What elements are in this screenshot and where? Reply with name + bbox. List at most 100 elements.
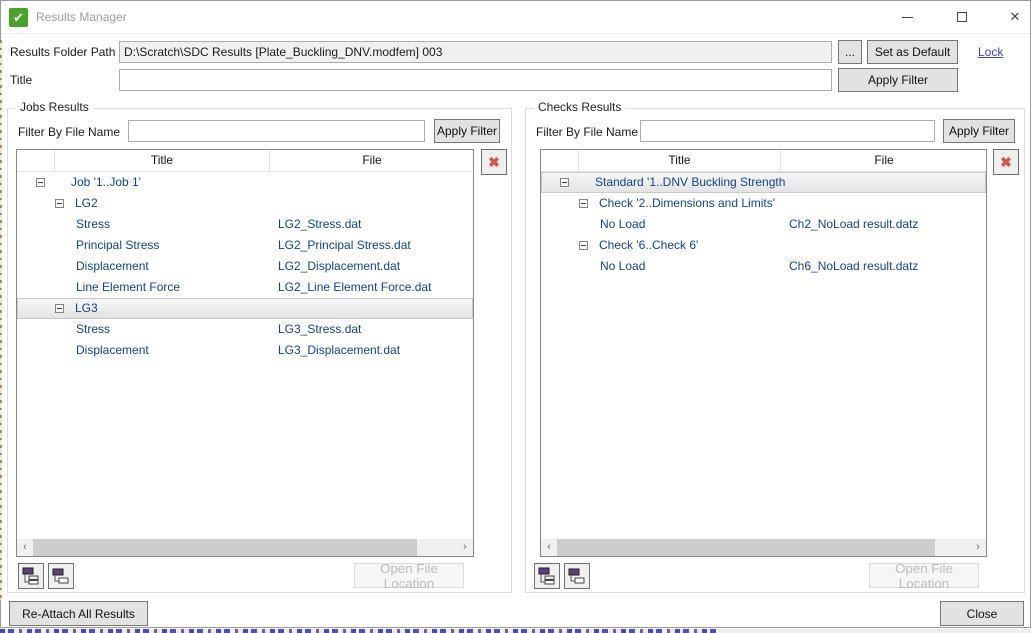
- tree-row-file: LG2_Displacement.dat: [278, 257, 400, 276]
- tree-row-file: LG2_Stress.dat: [278, 215, 361, 234]
- tree-row[interactable]: StressLG2_Stress.dat: [17, 214, 473, 235]
- maximize-button[interactable]: [944, 4, 980, 30]
- tree-row-file: LG2_Line Element Force.dat: [278, 278, 431, 297]
- jobs-file-column-header[interactable]: File: [270, 150, 474, 171]
- jobs-horizontal-scrollbar[interactable]: ‹ ›: [17, 539, 473, 556]
- checks-expander-column-header[interactable]: [541, 150, 579, 171]
- jobs-apply-filter-button[interactable]: Apply Filter: [434, 119, 500, 143]
- delete-x-icon: ✖: [488, 154, 500, 171]
- collapse-expander-icon[interactable]: [579, 241, 588, 250]
- lock-link[interactable]: Lock: [978, 45, 1003, 59]
- close-icon: ✕: [1010, 9, 1021, 25]
- background-window-sliver: [0, 40, 2, 600]
- tree-row-title: LG2: [75, 194, 98, 213]
- collapse-expander-icon[interactable]: [560, 178, 569, 187]
- collapse-expander-icon[interactable]: [579, 199, 588, 208]
- jobs-title-column-header[interactable]: Title: [55, 150, 270, 171]
- tree-row-title: Line Element Force: [76, 278, 180, 297]
- tree-row[interactable]: Displacement LG2_Displacement.dat: [17, 256, 473, 277]
- results-folder-path-label: Results Folder Path: [10, 41, 115, 63]
- jobs-tree-body: Job '1..Job 1'LG2StressLG2_Stress.datPri…: [17, 172, 473, 538]
- checks-title-column-header[interactable]: Title: [579, 150, 781, 171]
- jobs-expander-column-header[interactable]: [17, 150, 55, 171]
- tree-row-title: Check '6..Check 6': [599, 236, 698, 255]
- scroll-left-icon[interactable]: ‹: [541, 539, 557, 556]
- jobs-table-header: Title File: [17, 150, 473, 172]
- tree-row[interactable]: Standard '1..DNV Buckling Strength: [541, 172, 986, 193]
- browse-button[interactable]: ...: [838, 40, 862, 64]
- jobs-filter-label: Filter By File Name: [18, 121, 120, 143]
- checks-delete-results-button[interactable]: ✖: [993, 149, 1019, 175]
- checks-expand-all-button[interactable]: [534, 563, 560, 589]
- scrollbar-thumb[interactable]: [557, 539, 935, 556]
- collapse-expander-icon[interactable]: [36, 178, 45, 187]
- title-input[interactable]: [119, 69, 832, 91]
- tree-row-title: No Load: [600, 215, 645, 234]
- tree-row-file: LG2_Principal Stress.dat: [278, 236, 411, 255]
- tree-row[interactable]: Line Element Force LG2_Line Element Force…: [17, 277, 473, 298]
- minimize-button[interactable]: [889, 4, 925, 30]
- delete-x-icon: ✖: [1000, 154, 1012, 171]
- tree-row-title: Displacement: [76, 257, 149, 276]
- scroll-left-icon[interactable]: ‹: [17, 539, 33, 556]
- jobs-collapse-all-button[interactable]: [48, 563, 74, 589]
- set-as-default-button[interactable]: Set as Default: [867, 40, 958, 64]
- results-manager-window: ✔ Results Manager ✕ Results Folder Path …: [0, 0, 1031, 628]
- jobs-expand-all-button[interactable]: [18, 563, 44, 589]
- reattach-all-results-button[interactable]: Re-Attach All Results: [9, 601, 148, 626]
- title-field-label: Title: [10, 69, 32, 91]
- tree-row-title: Job '1..Job 1': [71, 173, 141, 192]
- expand-all-icon: [537, 566, 557, 586]
- scroll-right-icon[interactable]: ›: [970, 539, 986, 556]
- collapse-expander-icon[interactable]: [55, 199, 64, 208]
- tree-row-file: Ch2_NoLoad result.datz: [789, 215, 918, 234]
- tree-row-title: No Load: [600, 257, 645, 276]
- checks-file-column-header[interactable]: File: [781, 150, 987, 171]
- jobs-open-file-location-button[interactable]: Open File Location: [354, 563, 464, 588]
- results-folder-path-input[interactable]: [119, 41, 832, 63]
- collapse-expander-icon[interactable]: [55, 304, 64, 313]
- tree-row-title: Check '2..Dimensions and Limits': [599, 194, 775, 213]
- jobs-filter-input[interactable]: [128, 120, 425, 142]
- tree-row-file: LG3_Displacement.dat: [278, 341, 400, 360]
- checks-apply-filter-button[interactable]: Apply Filter: [943, 119, 1015, 143]
- tree-row[interactable]: Displacement LG3_Displacement.dat: [17, 340, 473, 361]
- tree-row[interactable]: Job '1..Job 1': [17, 172, 473, 193]
- title-apply-filter-button[interactable]: Apply Filter: [838, 68, 958, 92]
- checks-horizontal-scrollbar[interactable]: ‹ ›: [541, 539, 986, 556]
- tree-row-title: Principal Stress: [76, 236, 159, 255]
- tree-row[interactable]: Check '2..Dimensions and Limits': [541, 193, 986, 214]
- maximize-icon: [957, 12, 967, 22]
- tree-row-title: Displacement: [76, 341, 149, 360]
- checks-group-label: Checks Results: [534, 100, 625, 114]
- tree-row[interactable]: Principal Stress LG2_Principal Stress.dat: [17, 235, 473, 256]
- background-window-sliver: [0, 629, 720, 633]
- tree-row[interactable]: No Load Ch2_NoLoad result.datz: [541, 214, 986, 235]
- scroll-right-icon[interactable]: ›: [457, 539, 473, 556]
- jobs-delete-results-button[interactable]: ✖: [481, 149, 507, 175]
- tree-row[interactable]: Stress LG3_Stress.dat: [17, 319, 473, 340]
- background-window-sliver: [720, 629, 1031, 633]
- checks-open-file-location-button[interactable]: Open File Location: [869, 563, 979, 588]
- tree-row[interactable]: Check '6..Check 6': [541, 235, 986, 256]
- tree-row-title: Standard '1..DNV Buckling Strength: [595, 173, 785, 192]
- tree-row[interactable]: LG2: [17, 193, 473, 214]
- tree-row[interactable]: LG3: [17, 298, 473, 319]
- scrollbar-thumb[interactable]: [33, 539, 417, 556]
- checks-filter-input[interactable]: [640, 120, 935, 142]
- tree-row-file: LG3_Stress.dat: [278, 320, 361, 339]
- checks-filter-label: Filter By File Name: [536, 121, 638, 143]
- checks-tree-body: Standard '1..DNV Buckling Strength Check …: [541, 172, 986, 538]
- close-button[interactable]: Close: [940, 601, 1024, 626]
- collapse-all-icon: [51, 566, 71, 586]
- checks-table-header: Title File: [541, 150, 986, 172]
- app-check-icon: ✔: [9, 8, 28, 27]
- checks-collapse-all-button[interactable]: [564, 563, 590, 589]
- jobs-group-label: Jobs Results: [16, 100, 93, 114]
- checks-results-table: Title File Standard '1..DNV Buckling Str…: [540, 149, 987, 557]
- title-bar: ✔ Results Manager ✕: [1, 1, 1030, 34]
- tree-row-title: Stress: [76, 320, 110, 339]
- tree-row[interactable]: No LoadCh6_NoLoad result.datz: [541, 256, 986, 277]
- expand-all-icon: [21, 566, 41, 586]
- close-window-button[interactable]: ✕: [997, 4, 1031, 30]
